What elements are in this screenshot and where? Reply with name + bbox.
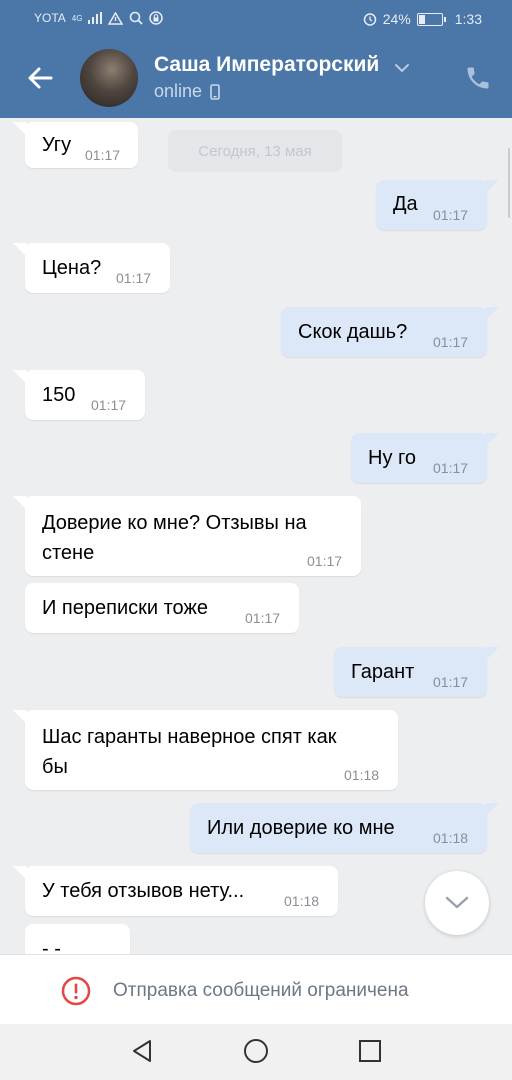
message-text: 150 [42, 384, 76, 406]
message-outgoing[interactable]: Ну го 01:17 [351, 433, 487, 483]
message-time: 01:17 [307, 553, 343, 569]
nav-recents-icon[interactable] [357, 1038, 383, 1069]
status-text: online [154, 81, 203, 101]
message-text-line2: стене [42, 542, 95, 564]
message-outgoing[interactable]: Да 01:17 [376, 180, 487, 230]
scroll-down-icon [445, 896, 469, 909]
carrier-label: YOTA [34, 11, 66, 25]
message-incoming[interactable]: Шас гаранты наверное спят как бы 01:18 [25, 710, 398, 790]
message-time: 01:17 [433, 460, 469, 476]
nav-back-icon[interactable] [129, 1038, 155, 1069]
messaging-restricted-bar: Отправка сообщений ограничена [0, 954, 512, 1025]
message-text: Ну го [368, 447, 416, 469]
message-outgoing[interactable]: Или доверие ко мне 01:18 [190, 803, 487, 853]
mobile-phone-icon [210, 83, 220, 100]
contact-name[interactable]: Саша Императорский [154, 53, 379, 77]
message-time: 01:17 [433, 334, 469, 350]
system-nav-bar [0, 1024, 512, 1080]
clock: 1:33 [454, 11, 482, 27]
message-incoming[interactable]: Угу 01:17 [25, 122, 138, 168]
nav-home-icon[interactable] [243, 1038, 269, 1069]
contact-status: online [154, 81, 220, 102]
back-arrow-icon [28, 67, 53, 89]
message-time: 01:17 [116, 270, 152, 286]
message-outgoing[interactable]: Гарант 01:17 [334, 647, 487, 697]
message-text: И переписки тоже [42, 597, 208, 619]
avatar[interactable] [80, 49, 138, 107]
warning-icon [60, 975, 92, 1012]
message-text: Скок дашь? [298, 321, 408, 343]
message-text: Или доверие ко мне [207, 817, 395, 839]
alert-triangle-icon [108, 11, 124, 25]
message-time: 01:17 [433, 674, 469, 690]
message-incoming[interactable]: - - [25, 924, 130, 954]
message-text: Цена? [42, 257, 102, 279]
message-incoming[interactable]: У тебя отзывов нету... 01:18 [25, 866, 338, 916]
chat-header: YOTA 4G 24% 1:33 Саша Императорский onli… [0, 0, 512, 118]
search-icon [129, 11, 144, 25]
message-text: Гарант [351, 661, 415, 683]
alarm-clock-icon [363, 12, 377, 26]
message-time: 01:17 [245, 610, 281, 626]
back-button[interactable] [24, 62, 56, 94]
message-incoming[interactable]: 150 01:17 [25, 370, 145, 420]
message-text-line2: бы [42, 756, 68, 778]
chevron-down-icon[interactable] [394, 60, 410, 78]
message-text: У тебя отзывов нету... [42, 880, 245, 902]
restriction-text: Отправка сообщений ограничена [113, 980, 409, 1001]
message-incoming[interactable]: Доверие ко мне? Отзывы на стене 01:17 [25, 496, 361, 576]
message-time: 01:17 [433, 207, 469, 223]
network-type-label: 4G [71, 13, 83, 23]
signal-icon [88, 12, 103, 24]
message-text-line1: Шас гаранты наверное спят как [42, 726, 337, 748]
status-bar: YOTA 4G 24% 1:33 [0, 0, 512, 38]
message-list[interactable]: Сегодня, 13 мая Угу 01:17 Да 01:17 Цена?… [0, 118, 512, 954]
call-button[interactable] [464, 64, 492, 97]
message-time: 01:17 [85, 147, 121, 163]
message-incoming[interactable]: И переписки тоже 01:17 [25, 583, 299, 633]
message-time: 01:18 [344, 767, 380, 783]
message-text: Угу [42, 134, 72, 156]
message-time: 01:18 [284, 893, 320, 909]
message-outgoing[interactable]: Скок дашь? 01:17 [281, 307, 487, 357]
phone-call-icon [467, 67, 489, 89]
message-incoming[interactable]: Цена? 01:17 [25, 243, 170, 293]
message-text: Да [393, 193, 418, 215]
message-time: 01:17 [91, 397, 127, 413]
scrollbar[interactable] [508, 148, 510, 218]
battery-percent: 24% [382, 11, 411, 27]
message-text: - - [42, 938, 61, 954]
scroll-to-bottom-button[interactable] [425, 871, 489, 935]
message-text-line1: Доверие ко мне? Отзывы на [42, 512, 307, 534]
battery-icon [416, 12, 446, 26]
lock-icon [149, 11, 164, 25]
date-separator: Сегодня, 13 мая [168, 130, 342, 172]
message-time: 01:18 [433, 830, 469, 846]
